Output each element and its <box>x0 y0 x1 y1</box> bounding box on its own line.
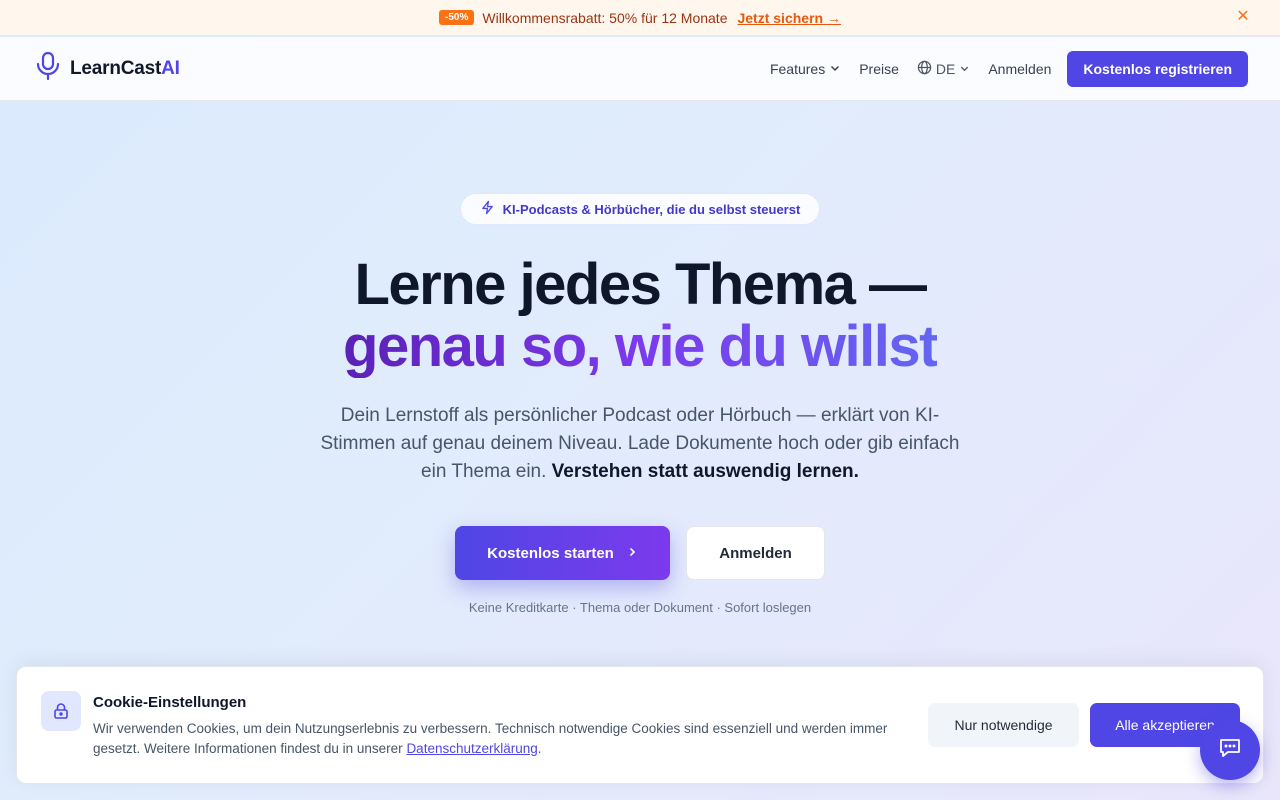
hero-title: Lerne jedes Thema — genau so, wie du wil… <box>0 254 1280 378</box>
language-label: DE <box>935 60 956 77</box>
chevron-right-icon <box>626 545 638 562</box>
close-icon[interactable]: ✕ <box>1234 8 1252 26</box>
nav-features-label: Features <box>769 60 826 77</box>
nav-pricing-link[interactable]: Preise <box>859 61 899 77</box>
hero-subtitle: Dein Lernstoff als persönlicher Podcast … <box>315 402 965 486</box>
nav-login-link[interactable]: Anmelden <box>988 61 1051 77</box>
top-navigation: LearnCastAI Features Preise DE Anmelden … <box>0 37 1280 101</box>
cookie-text-end: . <box>537 741 542 756</box>
hero-note: Keine Kreditkarte · Thema oder Dokument … <box>468 600 812 615</box>
cookie-banner: Cookie-Einstellungen Wir verwenden Cooki… <box>16 666 1264 784</box>
hero-tagline-text: KI-Podcasts & Hörbücher, die du selbst s… <box>502 201 801 217</box>
microphone-icon <box>36 51 60 86</box>
hero-subtitle-emphasis: Verstehen statt auswendig lernen. <box>551 461 859 482</box>
start-free-button[interactable]: Kostenlos starten <box>455 526 670 580</box>
hero-title-line2: genau so, wie du willst <box>343 314 938 379</box>
start-free-label: Kostenlos starten <box>487 544 614 562</box>
nav-links: Features Preise DE Anmelden Kostenlos re… <box>770 50 1248 87</box>
promo-claim-link[interactable]: Jetzt sichern → <box>737 10 840 26</box>
chat-button[interactable] <box>1200 720 1260 780</box>
hero-title-line1: Lerne jedes Thema — <box>354 252 927 317</box>
lock-icon <box>41 691 81 731</box>
register-button[interactable]: Kostenlos registrieren <box>1067 50 1248 87</box>
chevron-down-icon <box>959 61 970 77</box>
discount-badge: -50% <box>439 10 475 25</box>
brand-name: LearnCastAI <box>70 57 180 79</box>
globe-icon <box>917 60 932 78</box>
cookie-text: Wir verwenden Cookies, um dein Nutzungse… <box>93 719 893 759</box>
promo-banner: -50% Willkommensrabatt: 50% für 12 Monat… <box>0 0 1280 36</box>
hero-login-button[interactable]: Anmelden <box>686 526 825 580</box>
lightning-icon <box>480 200 495 218</box>
brand-logo[interactable]: LearnCastAI <box>36 51 180 86</box>
nav-features-dropdown[interactable]: Features <box>770 61 841 77</box>
necessary-only-button[interactable]: Nur notwendige <box>928 703 1079 747</box>
cookie-title: Cookie-Einstellungen <box>93 694 247 711</box>
promo-text: Willkommensrabatt: 50% für 12 Monate <box>482 9 728 26</box>
hero-tagline-pill: KI-Podcasts & Hörbücher, die du selbst s… <box>460 193 820 225</box>
language-selector[interactable]: DE <box>917 60 970 78</box>
chat-icon <box>1217 735 1243 766</box>
privacy-policy-link[interactable]: Datenschutzerklärung <box>406 741 537 756</box>
chevron-down-icon <box>829 61 841 77</box>
